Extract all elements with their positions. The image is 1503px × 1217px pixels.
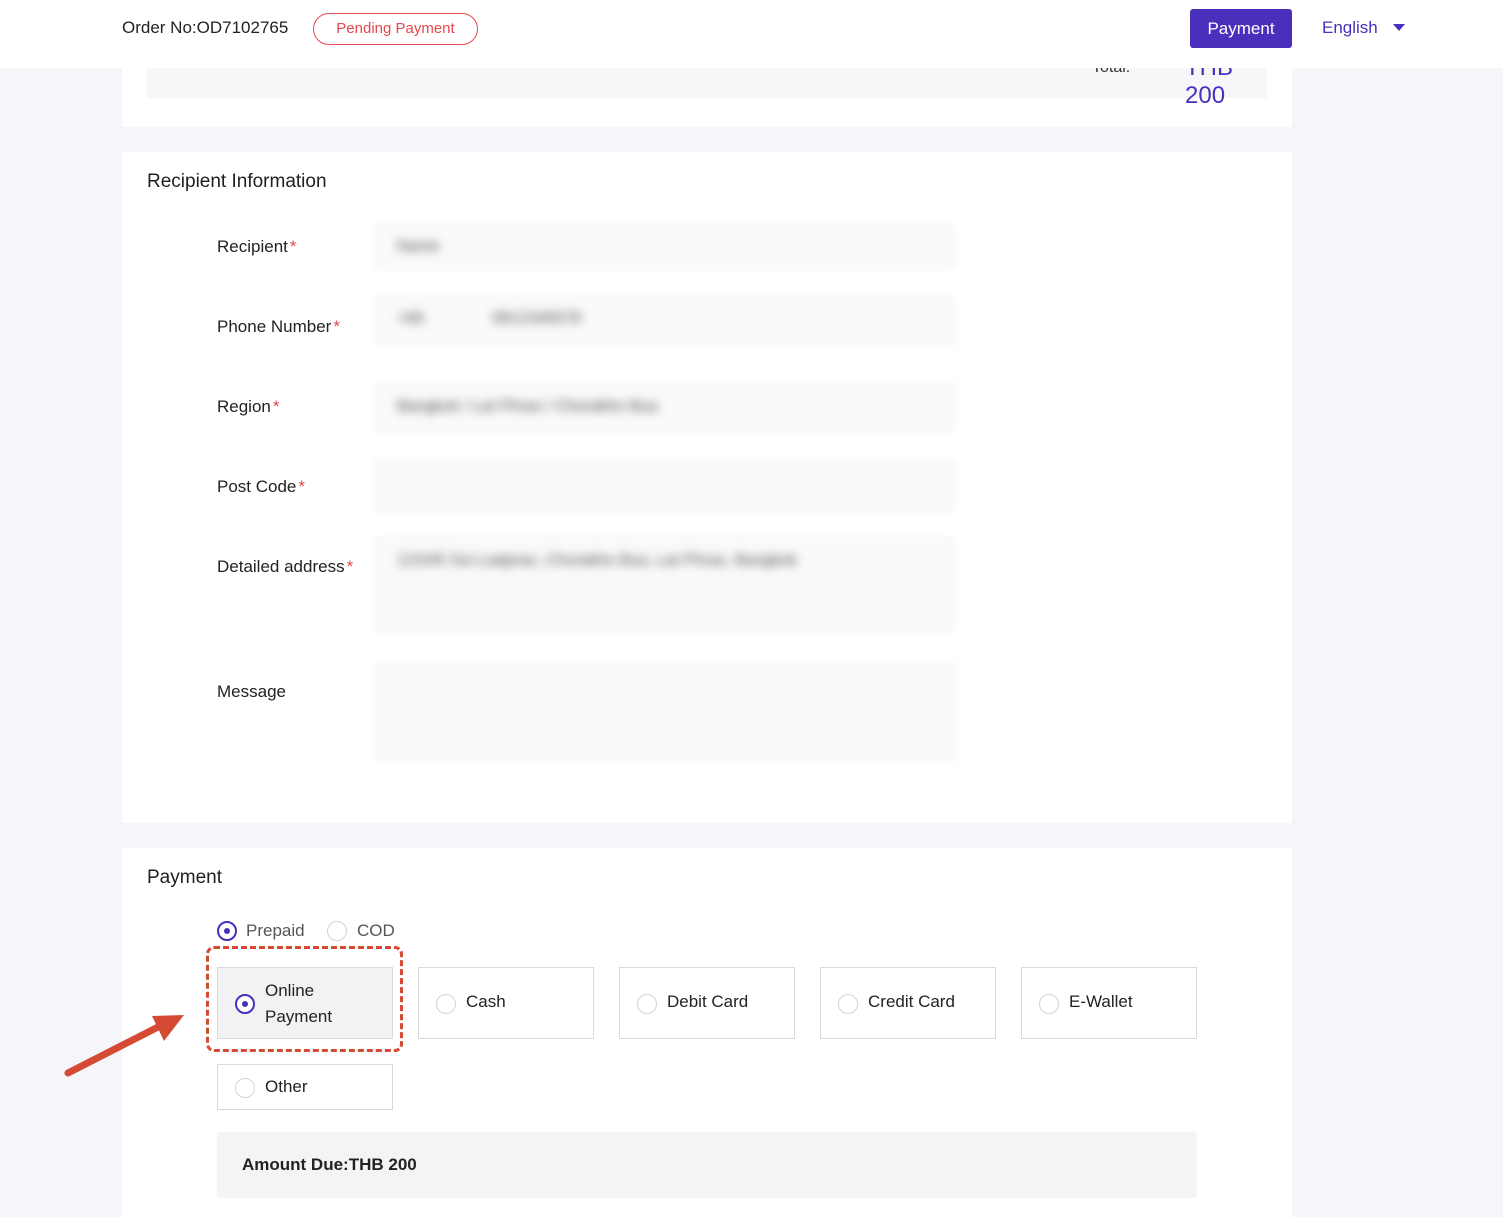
caret-down-icon[interactable] <box>1393 24 1405 31</box>
cod-radio[interactable] <box>327 921 347 941</box>
debit-card-radio[interactable] <box>637 994 657 1014</box>
method-label: Other <box>265 1077 308 1096</box>
address-label: Detailed address * <box>217 557 354 576</box>
cod-label[interactable]: COD <box>357 921 395 941</box>
method-cash[interactable]: Cash <box>418 967 594 1039</box>
required-mark: * <box>272 397 280 416</box>
required-mark: * <box>298 477 306 496</box>
address-value: 123/45 Soi Ladprao, Chorakhe Bua, Lat Ph… <box>397 552 798 569</box>
post-code-label: Post Code * <box>217 477 306 496</box>
method-e-wallet[interactable]: E-Wallet <box>1021 967 1197 1039</box>
credit-card-radio[interactable] <box>838 994 858 1014</box>
method-other[interactable]: Other <box>217 1064 393 1110</box>
phone-country-code: +66 <box>397 310 425 327</box>
method-debit-card[interactable]: Debit Card <box>619 967 795 1039</box>
required-mark: * <box>346 557 354 576</box>
method-label: Cash <box>466 992 506 1011</box>
method-credit-card[interactable]: Credit Card <box>820 967 996 1039</box>
top-bar: Order No:OD7102765 Pending Payment Payme… <box>0 0 1503 68</box>
message-textarea[interactable] <box>375 662 955 762</box>
cash-radio[interactable] <box>436 994 456 1014</box>
amount-due: Amount Due:THB 200 <box>242 1155 417 1174</box>
region-label: Region * <box>217 397 280 416</box>
phone-input[interactable] <box>375 296 955 346</box>
amount-due-box: Amount Due:THB 200 <box>217 1132 1197 1198</box>
prepaid-radio[interactable] <box>217 921 237 941</box>
recipient-section-title: Recipient Information <box>147 171 327 192</box>
annotation-arrow-icon <box>64 1015 184 1077</box>
order-number: Order No:OD7102765 <box>122 18 289 37</box>
method-label: Debit Card <box>667 992 749 1011</box>
message-label: Message <box>217 682 286 701</box>
payment-card: Payment Prepaid COD Online Payment Cash … <box>122 848 1292 1217</box>
recipient-value: Name <box>397 238 440 255</box>
recipient-input[interactable] <box>375 224 955 270</box>
other-radio[interactable] <box>235 1078 255 1098</box>
language-selector[interactable]: English <box>1322 18 1378 38</box>
method-label: E-Wallet <box>1069 992 1133 1011</box>
method-label: Credit Card <box>868 992 955 1011</box>
online-payment-radio[interactable] <box>235 994 255 1014</box>
e-wallet-radio[interactable] <box>1039 994 1059 1014</box>
required-mark: * <box>333 317 340 336</box>
method-label: Online Payment <box>265 981 333 1026</box>
recipient-card: Recipient Information Recipient * Name Ph… <box>122 152 1292 823</box>
payment-button[interactable]: Payment <box>1190 9 1292 48</box>
payment-section-title: Payment <box>147 867 222 888</box>
status-badge: Pending Payment <box>313 13 478 45</box>
phone-value: 0812345678 <box>492 310 581 327</box>
required-mark: * <box>289 237 297 256</box>
prepaid-label[interactable]: Prepaid <box>246 921 305 941</box>
recipient-label: Recipient * <box>217 237 297 256</box>
post-code-input[interactable] <box>375 460 955 512</box>
method-online-payment[interactable]: Online Payment <box>217 967 393 1039</box>
region-value: Bangkok / Lat Phrao / Chorakhe Bua <box>397 398 658 415</box>
phone-label: Phone Number * <box>217 317 340 336</box>
